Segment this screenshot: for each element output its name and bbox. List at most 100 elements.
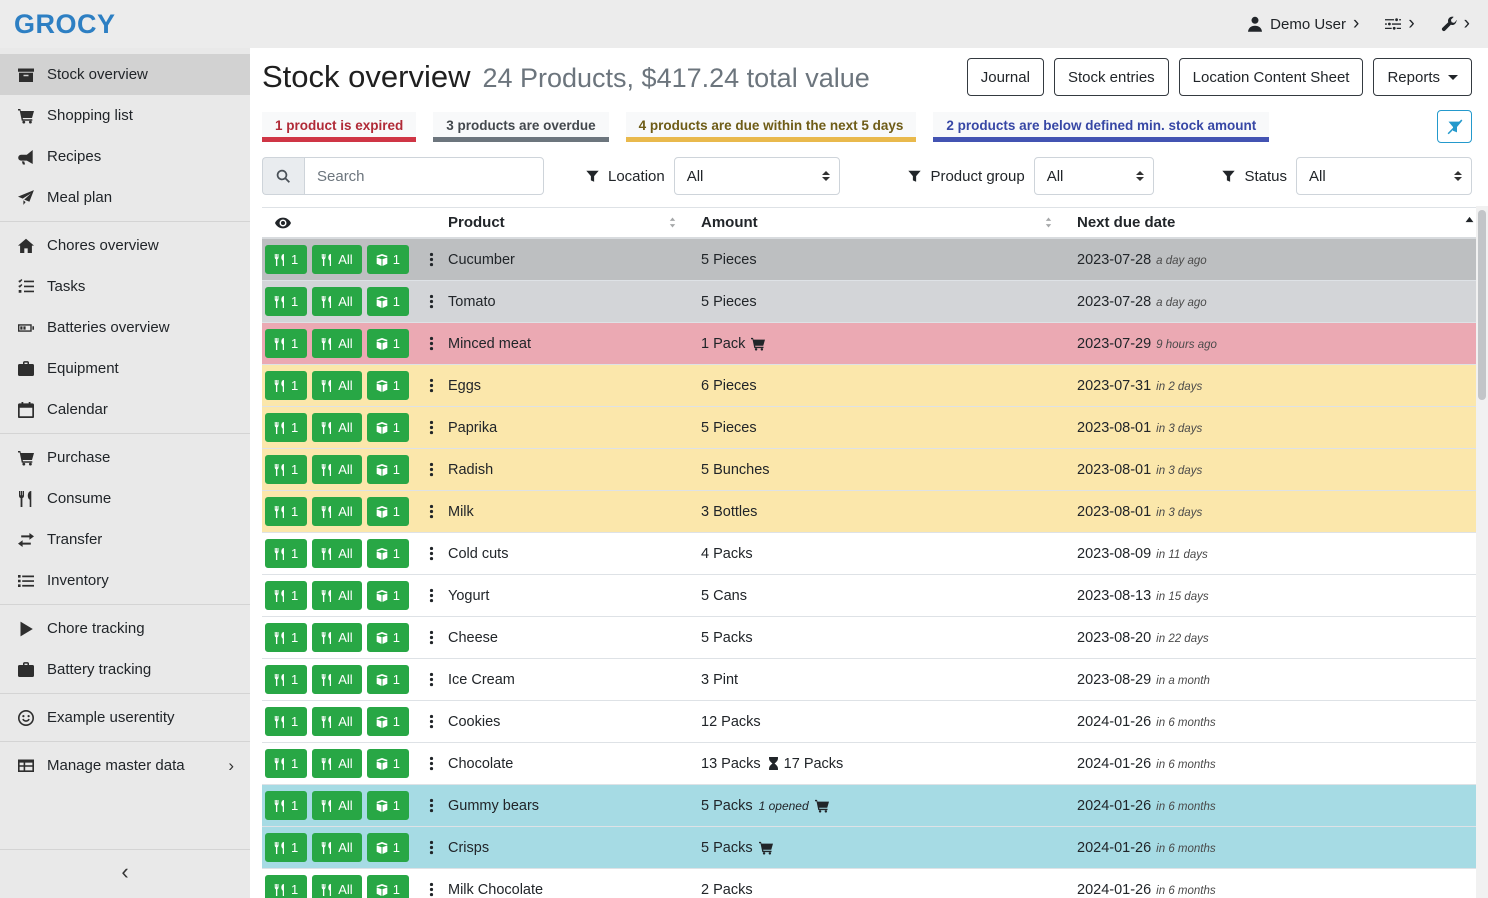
table-row-minced-meat[interactable]: 1All1Minced meat1 Pack2023-07-299 hours …: [262, 323, 1488, 365]
consume-all-button[interactable]: All: [312, 413, 361, 442]
sidebar-item-example-userentity[interactable]: Example userentity: [0, 697, 250, 738]
consume-one-button[interactable]: 1: [265, 581, 307, 610]
consume-all-button[interactable]: All: [312, 581, 361, 610]
table-row-paprika[interactable]: 1All1Paprika5 Pieces2023-08-01in 3 days: [262, 407, 1488, 449]
row-menu-button[interactable]: [419, 670, 444, 689]
sidebar-item-calendar[interactable]: Calendar: [0, 389, 250, 430]
consume-all-button[interactable]: All: [312, 539, 361, 568]
consume-all-button[interactable]: All: [312, 245, 361, 274]
table-row-cold-cuts[interactable]: 1All1Cold cuts4 Packs2023-08-09in 11 day…: [262, 533, 1488, 575]
sidebar-item-transfer[interactable]: Transfer: [0, 519, 250, 560]
sidebar-collapse-button[interactable]: ‹: [0, 849, 250, 898]
consume-all-button[interactable]: All: [312, 791, 361, 820]
consume-one-button[interactable]: 1: [265, 497, 307, 526]
open-one-button[interactable]: 1: [367, 623, 409, 652]
open-one-button[interactable]: 1: [367, 539, 409, 568]
table-row-milk[interactable]: 1All1Milk3 Bottles2023-08-01in 3 days: [262, 491, 1488, 533]
table-row-cheese[interactable]: 1All1Cheese5 Packs2023-08-20in 22 days: [262, 617, 1488, 659]
column-header-amount[interactable]: Amount: [701, 214, 1077, 231]
table-row-ice-cream[interactable]: 1All1Ice Cream3 Pint2023-08-29in a month: [262, 659, 1488, 701]
table-row-radish[interactable]: 1All1Radish5 Bunches2023-08-01in 3 days: [262, 449, 1488, 491]
consume-one-button[interactable]: 1: [265, 833, 307, 862]
row-menu-button[interactable]: [419, 544, 444, 563]
sidebar-item-manage-master-data[interactable]: Manage master data›: [0, 745, 250, 786]
open-one-button[interactable]: 1: [367, 707, 409, 736]
open-one-button[interactable]: 1: [367, 833, 409, 862]
table-row-milk-chocolate[interactable]: 1All1Milk Chocolate2 Packs2024-01-26in 6…: [262, 869, 1488, 898]
sidebar-item-chore-tracking[interactable]: Chore tracking: [0, 608, 250, 649]
scrollbar[interactable]: [1476, 206, 1488, 898]
consume-all-button[interactable]: All: [312, 371, 361, 400]
sidebar-item-equipment[interactable]: Equipment: [0, 348, 250, 389]
sidebar-item-meal-plan[interactable]: Meal plan: [0, 177, 250, 218]
consume-all-button[interactable]: All: [312, 665, 361, 694]
column-header-product[interactable]: Product: [448, 214, 701, 231]
sidebar-item-chores-overview[interactable]: Chores overview: [0, 225, 250, 266]
status-banner-below-min[interactable]: 2 products are below defined min. stock …: [933, 112, 1269, 142]
consume-one-button[interactable]: 1: [265, 791, 307, 820]
consume-one-button[interactable]: 1: [265, 539, 307, 568]
status-filter-select[interactable]: All: [1296, 157, 1472, 195]
consume-all-button[interactable]: All: [312, 623, 361, 652]
open-one-button[interactable]: 1: [367, 287, 409, 316]
row-menu-button[interactable]: [419, 628, 444, 647]
grocy-logo[interactable]: GROCY: [14, 9, 116, 40]
row-menu-button[interactable]: [419, 712, 444, 731]
open-one-button[interactable]: 1: [367, 749, 409, 778]
open-one-button[interactable]: 1: [367, 497, 409, 526]
row-menu-button[interactable]: [419, 796, 444, 815]
table-row-tomato[interactable]: 1All1Tomato5 Pieces2023-07-28a day ago: [262, 281, 1488, 323]
consume-one-button[interactable]: 1: [265, 371, 307, 400]
row-menu-button[interactable]: [419, 502, 444, 521]
open-one-button[interactable]: 1: [367, 581, 409, 610]
open-one-button[interactable]: 1: [367, 875, 409, 898]
row-menu-button[interactable]: [419, 292, 444, 311]
journal-button[interactable]: Journal: [967, 58, 1044, 96]
sidebar-item-stock-overview[interactable]: Stock overview: [0, 54, 250, 95]
clear-filters-button[interactable]: [1437, 110, 1472, 143]
open-one-button[interactable]: 1: [367, 371, 409, 400]
sidebar-item-tasks[interactable]: Tasks: [0, 266, 250, 307]
consume-one-button[interactable]: 1: [265, 875, 307, 898]
row-menu-button[interactable]: [419, 586, 444, 605]
table-row-yogurt[interactable]: 1All1Yogurt5 Cans2023-08-13in 15 days: [262, 575, 1488, 617]
table-row-cucumber[interactable]: 1All1Cucumber5 Pieces2023-07-28a day ago: [262, 239, 1488, 281]
consume-all-button[interactable]: All: [312, 875, 361, 898]
consume-all-button[interactable]: All: [312, 749, 361, 778]
sidebar-item-recipes[interactable]: Recipes: [0, 136, 250, 177]
reports-button[interactable]: Reports: [1373, 58, 1472, 96]
row-menu-button[interactable]: [419, 418, 444, 437]
consume-one-button[interactable]: 1: [265, 455, 307, 484]
consume-all-button[interactable]: All: [312, 497, 361, 526]
open-one-button[interactable]: 1: [367, 245, 409, 274]
row-menu-button[interactable]: [419, 880, 444, 898]
consume-one-button[interactable]: 1: [265, 749, 307, 778]
row-menu-button[interactable]: [419, 838, 444, 857]
consume-one-button[interactable]: 1: [265, 329, 307, 358]
consume-all-button[interactable]: All: [312, 287, 361, 316]
location-content-sheet-button[interactable]: Location Content Sheet: [1179, 58, 1364, 96]
open-one-button[interactable]: 1: [367, 665, 409, 694]
open-one-button[interactable]: 1: [367, 791, 409, 820]
consume-all-button[interactable]: All: [312, 833, 361, 862]
location-filter-select[interactable]: All: [674, 157, 840, 195]
table-row-gummy-bears[interactable]: 1All1Gummy bears5 Packs1 opened2024-01-2…: [262, 785, 1488, 827]
consume-one-button[interactable]: 1: [265, 665, 307, 694]
status-banner-overdue[interactable]: 3 products are overdue: [433, 112, 608, 142]
product-group-filter-select[interactable]: All: [1034, 157, 1154, 195]
consume-all-button[interactable]: All: [312, 329, 361, 358]
table-row-crisps[interactable]: 1All1Crisps5 Packs2024-01-26in 6 months: [262, 827, 1488, 869]
row-menu-button[interactable]: [419, 334, 444, 353]
scrollbar-thumb[interactable]: [1478, 210, 1486, 400]
sidebar-item-battery-tracking[interactable]: Battery tracking: [0, 649, 250, 690]
search-input[interactable]: [304, 157, 544, 195]
consume-one-button[interactable]: 1: [265, 287, 307, 316]
sidebar-item-batteries-overview[interactable]: Batteries overview: [0, 307, 250, 348]
column-header-due-date[interactable]: Next due date: [1077, 214, 1488, 231]
open-one-button[interactable]: 1: [367, 329, 409, 358]
consume-one-button[interactable]: 1: [265, 413, 307, 442]
eye-icon[interactable]: [275, 215, 291, 231]
table-row-eggs[interactable]: 1All1Eggs6 Pieces2023-07-31in 2 days: [262, 365, 1488, 407]
open-one-button[interactable]: 1: [367, 455, 409, 484]
sidebar-item-shopping-list[interactable]: Shopping list: [0, 95, 250, 136]
